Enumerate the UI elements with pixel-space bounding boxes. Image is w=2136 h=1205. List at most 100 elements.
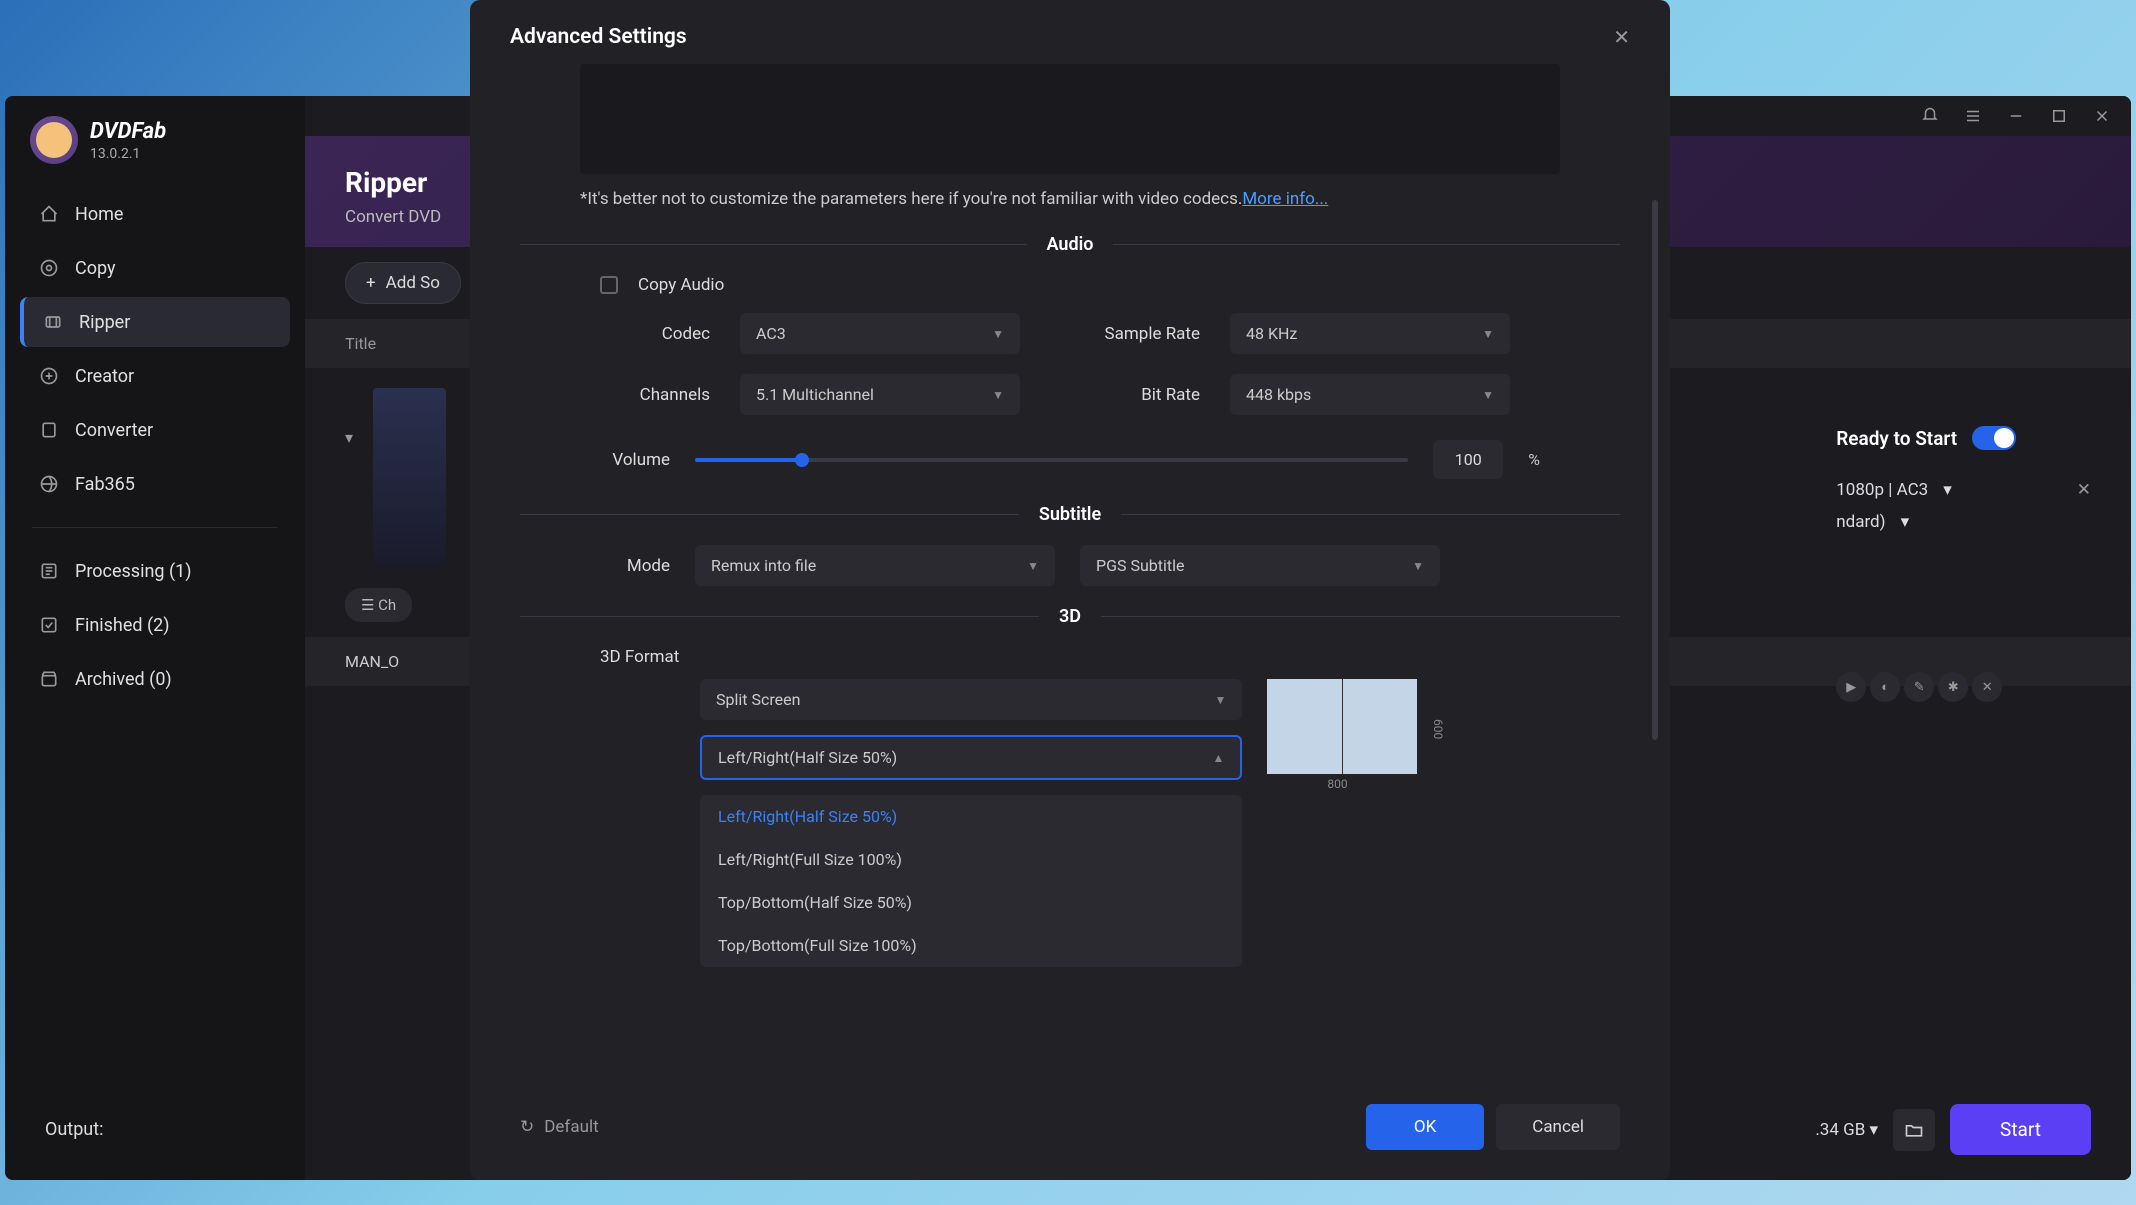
finished-icon bbox=[38, 614, 60, 636]
nav-converter[interactable]: Converter bbox=[20, 405, 290, 455]
nav-copy[interactable]: Copy bbox=[20, 243, 290, 293]
column-title: Title bbox=[345, 334, 376, 353]
chevron-down-icon: ▾ bbox=[1901, 512, 1910, 532]
volume-value[interactable]: 100 bbox=[1433, 440, 1503, 479]
nav-archived[interactable]: Archived (0) bbox=[20, 654, 290, 704]
dropdown-option[interactable]: Left/Right(Full Size 100%) bbox=[700, 838, 1242, 881]
subtitle-mode-select[interactable]: Remux into file ▼ bbox=[695, 545, 1055, 586]
nav-creator[interactable]: Creator bbox=[20, 351, 290, 401]
menu-icon[interactable] bbox=[1964, 107, 1982, 125]
add-source-label: Add So bbox=[386, 273, 440, 293]
remove-icon[interactable]: ✕ bbox=[2077, 480, 2091, 500]
chevron-down-icon: ▼ bbox=[992, 388, 1004, 402]
scrollbar[interactable] bbox=[1652, 200, 1658, 740]
3d-layout-dropdown: Left/Right(Half Size 50%) Left/Right(Ful… bbox=[700, 795, 1242, 967]
nav-ripper[interactable]: Ripper bbox=[20, 297, 290, 347]
nav-label: Creator bbox=[75, 366, 134, 387]
creator-icon bbox=[38, 365, 60, 387]
movie-poster[interactable] bbox=[373, 388, 446, 568]
nav-label: Converter bbox=[75, 420, 153, 441]
chevron-down-icon: ▼ bbox=[992, 327, 1004, 341]
height-label: 600 bbox=[1431, 719, 1445, 739]
chevron-up-icon: ▲ bbox=[1213, 751, 1225, 765]
delete-icon[interactable]: ✕ bbox=[1972, 672, 2002, 702]
chevron-down-icon: ▼ bbox=[1482, 388, 1494, 402]
nav-label: Processing (1) bbox=[75, 561, 192, 582]
copy-icon bbox=[38, 257, 60, 279]
quality-selector[interactable]: ndard) ▾ bbox=[1836, 512, 2091, 532]
output-label: Output: bbox=[45, 1119, 103, 1140]
app-name: DVDFab bbox=[90, 119, 166, 144]
nav-divider bbox=[32, 527, 278, 528]
ready-toggle[interactable] bbox=[1972, 426, 2016, 450]
play-icon[interactable]: ▶ bbox=[1836, 672, 1866, 702]
row-actions: ▶ ◐ ✎ ✱ ✕ bbox=[1836, 672, 2091, 702]
processing-icon bbox=[38, 560, 60, 582]
nav-fab365[interactable]: Fab365 bbox=[20, 459, 290, 509]
nav-label: Copy bbox=[75, 258, 116, 279]
nav-finished[interactable]: Finished (2) bbox=[20, 600, 290, 650]
preview-icon[interactable]: ◐ bbox=[1870, 672, 1900, 702]
width-label: 800 bbox=[1327, 777, 1347, 791]
notification-icon[interactable] bbox=[1921, 107, 1939, 125]
app-logo bbox=[30, 116, 78, 164]
3d-layout-select[interactable]: Left/Right(Half Size 50%) ▲ bbox=[700, 735, 1242, 780]
chevron-down-icon: ▾ bbox=[1943, 480, 1952, 500]
nav-processing[interactable]: Processing (1) bbox=[20, 546, 290, 596]
format-selector[interactable]: 1080p | AC3 ▾ ✕ bbox=[1836, 480, 2091, 500]
3d-format-label: 3D Format bbox=[600, 647, 1540, 667]
bitrate-label: Bit Rate bbox=[1050, 385, 1200, 405]
dropdown-option[interactable]: Top/Bottom(Full Size 100%) bbox=[700, 924, 1242, 967]
list-icon: ☰ bbox=[361, 596, 378, 614]
app-version: 13.0.2.1 bbox=[90, 146, 166, 162]
more-info-link[interactable]: More info... bbox=[1242, 189, 1328, 209]
volume-row: Volume 100 % bbox=[600, 440, 1540, 479]
modal-footer: ↻ Default OK Cancel bbox=[470, 1079, 1670, 1180]
logo-area: DVDFab 13.0.2.1 bbox=[20, 116, 290, 189]
reset-icon: ↻ bbox=[520, 1117, 534, 1137]
close-window-icon[interactable] bbox=[2093, 107, 2111, 125]
subtitle-row: Mode Remux into file ▼ PGS Subtitle ▼ bbox=[600, 545, 1540, 586]
default-button[interactable]: ↻ Default bbox=[520, 1117, 599, 1137]
3d-preview: 600 800 bbox=[1267, 679, 1440, 799]
settings-icon[interactable]: ✱ bbox=[1938, 672, 1968, 702]
3d-section-divider: 3D bbox=[520, 606, 1620, 627]
copy-audio-checkbox[interactable] bbox=[600, 276, 618, 294]
copy-audio-row: Copy Audio bbox=[600, 275, 1540, 295]
samplerate-select[interactable]: 48 KHz ▼ bbox=[1230, 313, 1510, 354]
sidebar: DVDFab 13.0.2.1 Home Copy Ripper Creator… bbox=[5, 96, 305, 1180]
nav-home[interactable]: Home bbox=[20, 189, 290, 239]
chevron-down-icon: ▼ bbox=[1027, 559, 1039, 573]
modal-header: Advanced Settings ✕ bbox=[470, 0, 1670, 64]
minimize-icon[interactable] bbox=[2007, 107, 2025, 125]
volume-slider[interactable] bbox=[695, 458, 1408, 462]
dropdown-option[interactable]: Top/Bottom(Half Size 50%) bbox=[700, 881, 1242, 924]
channels-select[interactable]: 5.1 Multichannel ▼ bbox=[740, 374, 1020, 415]
copy-audio-label: Copy Audio bbox=[638, 275, 724, 295]
subtitle-section-divider: Subtitle bbox=[520, 504, 1620, 525]
chevron-down-icon[interactable]: ▾ bbox=[345, 428, 353, 447]
edit-icon[interactable]: ✎ bbox=[1904, 672, 1934, 702]
folder-button[interactable] bbox=[1893, 1109, 1935, 1151]
codec-label: Codec bbox=[600, 324, 710, 344]
right-panel: Ready to Start 1080p | AC3 ▾ ✕ ndard) ▾ … bbox=[1836, 426, 2091, 702]
ready-status: Ready to Start bbox=[1836, 426, 2091, 450]
chevron-down-icon: ▼ bbox=[1412, 559, 1424, 573]
converter-icon bbox=[38, 419, 60, 441]
percent-label: % bbox=[1528, 450, 1540, 469]
maximize-icon[interactable] bbox=[2050, 107, 2068, 125]
modal-body: *It's better not to customize the parame… bbox=[470, 64, 1670, 1079]
cancel-button[interactable]: Cancel bbox=[1496, 1104, 1620, 1150]
dropdown-option[interactable]: Left/Right(Half Size 50%) bbox=[700, 795, 1242, 838]
bitrate-select[interactable]: 448 kbps ▼ bbox=[1230, 374, 1510, 415]
3d-format-controls: Split Screen ▼ Left/Right(Half Size 50%)… bbox=[700, 679, 1440, 967]
subtitle-type-select[interactable]: PGS Subtitle ▼ bbox=[1080, 545, 1440, 586]
codec-select[interactable]: AC3 ▼ bbox=[740, 313, 1020, 354]
samplerate-label: Sample Rate bbox=[1050, 324, 1200, 344]
choose-button[interactable]: ☰ Ch bbox=[345, 588, 412, 622]
split-screen-select[interactable]: Split Screen ▼ bbox=[700, 679, 1242, 720]
close-icon[interactable]: ✕ bbox=[1613, 25, 1630, 49]
add-source-button[interactable]: + Add So bbox=[345, 262, 461, 304]
start-button[interactable]: Start bbox=[1950, 1104, 2091, 1155]
ok-button[interactable]: OK bbox=[1366, 1104, 1484, 1150]
